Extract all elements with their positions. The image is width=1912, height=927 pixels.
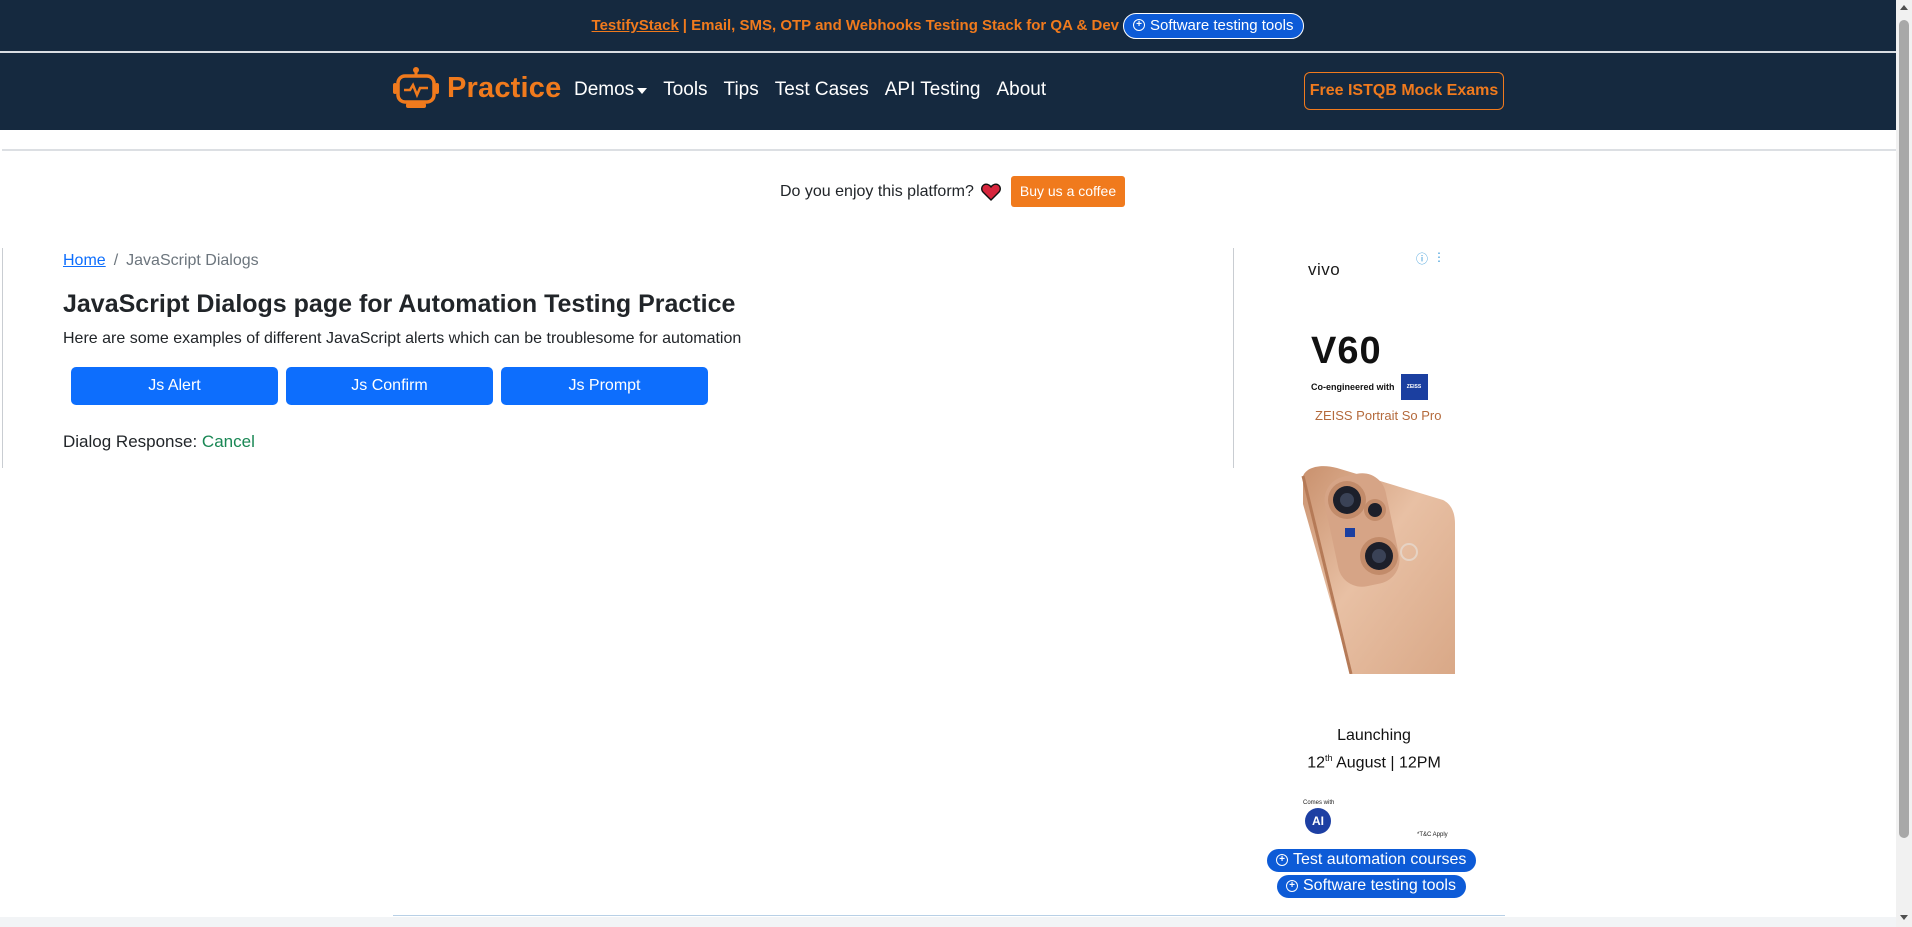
nav-about[interactable]: About xyxy=(997,79,1047,101)
test-automation-courses-button[interactable]: + Test automation courses xyxy=(1266,848,1478,873)
nav-links: Demos Tools Tips Test Cases API Testing … xyxy=(574,79,1062,101)
zeiss-logo: ZEISS xyxy=(1400,374,1428,400)
top-banner: TestifyStack | Email, SMS, OTP and Webho… xyxy=(0,0,1896,51)
courses-label: Test automation courses xyxy=(1293,851,1467,868)
ad-co-engineered: Co-engineered with ZEISS xyxy=(1311,374,1428,400)
ad-ai-caption: Comes with xyxy=(1303,800,1335,806)
footer-strip xyxy=(0,917,1896,927)
advertisement[interactable]: ⓘ ⋮ vivo V60 Co-engineered with ZEISS ZE… xyxy=(1293,246,1455,846)
ad-launch-date: 12th August | 12PM xyxy=(1293,747,1455,774)
plus-circle-icon: + xyxy=(1286,880,1298,892)
dialog-response-label: Dialog Response: xyxy=(63,432,202,451)
brand-logo-link[interactable]: Practice xyxy=(393,67,561,109)
nav-api-testing[interactable]: API Testing xyxy=(885,79,981,101)
breadcrumb-home-link[interactable]: Home xyxy=(63,252,106,270)
software-testing-tools-button[interactable]: + Software testing tools xyxy=(1276,874,1467,899)
nav-demos-dropdown[interactable]: Demos xyxy=(574,79,648,101)
nav-test-cases[interactable]: Test Cases xyxy=(775,79,869,101)
ad-launch-day: 12 xyxy=(1307,754,1326,772)
navbar: Practice Demos Tools Tips Test Cases API… xyxy=(0,53,1896,130)
ad-model: V60 xyxy=(1311,330,1382,372)
ad-terms: *T&C Apply xyxy=(1417,832,1448,838)
ad-tagline: ZEISS Portrait So Pro xyxy=(1315,408,1442,423)
banner-text: | Email, SMS, OTP and Webhooks Testing S… xyxy=(682,17,1120,34)
caret-down-icon xyxy=(637,88,648,94)
breadcrumb-separator: / xyxy=(113,252,119,269)
testifystack-link[interactable]: TestifyStack xyxy=(592,17,679,34)
js-prompt-button[interactable]: Js Prompt xyxy=(501,367,708,405)
ai-badge-icon: AI xyxy=(1305,808,1331,834)
dialog-response: Dialog Response: Cancel xyxy=(63,432,255,452)
vertical-scrollbar[interactable] xyxy=(1896,0,1912,927)
support-question: Do you enjoy this platform? xyxy=(780,182,974,200)
ad-info-icon[interactable]: ⓘ xyxy=(1416,250,1428,267)
ad-launch-title: Launching xyxy=(1337,727,1411,744)
page-description: Here are some examples of different Java… xyxy=(63,330,742,347)
ad-choices[interactable]: ⓘ ⋮ xyxy=(1416,250,1445,267)
main-content: Home / JavaScript Dialogs JavaScript Dia… xyxy=(2,248,1234,468)
robot-logo-icon xyxy=(393,67,439,108)
ad-co-engineered-text: Co-engineered with xyxy=(1311,382,1395,392)
nav-tips[interactable]: Tips xyxy=(724,79,759,101)
ad-more-icon[interactable]: ⋮ xyxy=(1433,250,1445,267)
brand-name: Practice xyxy=(447,71,562,104)
banner-software-tools-button[interactable]: + Software testing tools xyxy=(1123,12,1305,39)
plus-circle-icon: + xyxy=(1276,854,1288,866)
scroll-thumb[interactable] xyxy=(1899,20,1909,838)
ad-launch-suffix: th xyxy=(1325,753,1333,763)
js-alert-button[interactable]: Js Alert xyxy=(71,367,278,405)
nav-demos-label: Demos xyxy=(574,79,635,100)
phone-image-icon xyxy=(1301,466,1455,674)
tools-label: Software testing tools xyxy=(1303,877,1456,894)
breadcrumb-current: JavaScript Dialogs xyxy=(126,252,259,269)
nav-divider xyxy=(2,149,1896,151)
footer-divider xyxy=(393,915,1505,916)
scroll-up-arrow-icon[interactable] xyxy=(1900,5,1908,10)
support-row: Do you enjoy this platform? Buy us a cof… xyxy=(780,176,1126,207)
heart-icon xyxy=(980,183,1001,201)
istqb-mock-exams-button[interactable]: Free ISTQB Mock Exams xyxy=(1304,72,1504,110)
page-title: JavaScript Dialogs page for Automation T… xyxy=(63,290,736,318)
nav-tools[interactable]: Tools xyxy=(663,79,707,101)
ad-launch: Launching 12th August | 12PM xyxy=(1293,724,1455,774)
ad-brand: vivo xyxy=(1308,260,1341,279)
breadcrumb: Home / JavaScript Dialogs xyxy=(63,252,259,270)
plus-circle-icon: + xyxy=(1133,19,1146,31)
scroll-down-arrow-icon[interactable] xyxy=(1900,915,1908,920)
dialog-response-value: Cancel xyxy=(201,432,255,451)
buy-coffee-button[interactable]: Buy us a coffee xyxy=(1010,176,1126,207)
page: TestifyStack | Email, SMS, OTP and Webho… xyxy=(0,0,1912,927)
js-confirm-button[interactable]: Js Confirm xyxy=(286,367,493,405)
ad-launch-rest: August | 12PM xyxy=(1332,754,1441,772)
pill-label: Software testing tools xyxy=(1150,16,1294,34)
dialog-buttons: Js Alert Js Confirm Js Prompt xyxy=(71,367,708,405)
